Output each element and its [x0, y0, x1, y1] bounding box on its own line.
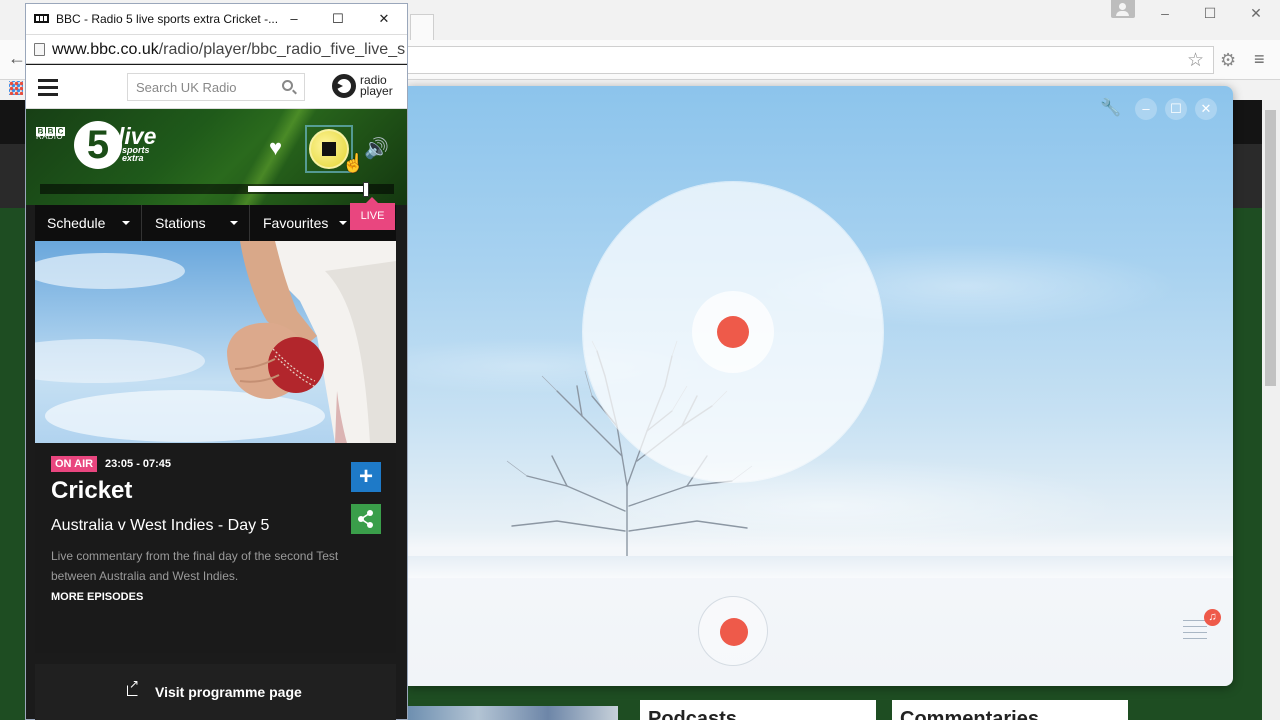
- stations-chevron-down-icon[interactable]: [230, 221, 238, 225]
- settings-wrench-icon[interactable]: 🔧: [1100, 98, 1121, 118]
- popup-close-icon[interactable]: ✕: [374, 10, 394, 28]
- live-badge[interactable]: LIVE: [350, 197, 395, 230]
- background-card-image: [408, 706, 618, 720]
- cricket-ball-photo: [35, 241, 396, 443]
- podcasts-card-title: Podcasts: [648, 708, 737, 720]
- popup-window-title: BBC - Radio 5 live sports extra Cricket …: [56, 12, 279, 26]
- volume-level: [248, 186, 363, 192]
- nav-divider: [141, 205, 142, 241]
- programme-title[interactable]: Cricket: [51, 477, 132, 505]
- search-icon[interactable]: [282, 80, 293, 91]
- external-link-icon: [127, 677, 139, 696]
- popup-url[interactable]: www.bbc.co.uk/radio/player/bbc_radio_fiv…: [52, 41, 406, 59]
- recorder-maximize-icon[interactable]: ☐: [1165, 98, 1187, 120]
- page-scrollbar-thumb[interactable]: [1265, 110, 1276, 386]
- radio-player-logo-icon[interactable]: [332, 74, 356, 98]
- player-nav-bar: Schedule Stations Favourites: [35, 205, 396, 241]
- schedule-chevron-down-icon[interactable]: [122, 221, 130, 225]
- extra-text: extra: [122, 153, 144, 163]
- radio-player-popup: BBC - Radio 5 live sports extra Cricket …: [25, 3, 408, 720]
- nav-divider: [249, 205, 250, 241]
- favourites-chevron-down-icon[interactable]: [339, 221, 347, 225]
- visit-programme-link[interactable]: Visit programme page: [155, 684, 302, 700]
- podcasts-card[interactable]: Podcasts: [640, 700, 876, 720]
- bg-minimize-icon[interactable]: –: [1145, 2, 1185, 24]
- recording-indicator-dot: [717, 316, 749, 348]
- popup-address-bar[interactable]: www.bbc.co.uk/radio/player/bbc_radio_fiv…: [26, 34, 407, 64]
- popup-title-bar: BBC - Radio 5 live sports extra Cricket …: [26, 4, 407, 34]
- more-episodes-link[interactable]: MORE EPISODES: [51, 591, 143, 603]
- user-profile-icon[interactable]: [1111, 0, 1135, 18]
- record-button[interactable]: [698, 596, 768, 666]
- recorder-minimize-icon[interactable]: –: [1135, 98, 1157, 120]
- volume-icon[interactable]: 🔊: [364, 136, 389, 161]
- visit-programme-bar[interactable]: Visit programme page: [35, 664, 396, 720]
- hamburger-menu-icon[interactable]: [38, 79, 58, 100]
- search-input[interactable]: Search UK Radio: [127, 73, 305, 101]
- background-address-bar[interactable]: [406, 46, 1214, 74]
- snow-horizon: [407, 556, 1233, 578]
- nav-schedule[interactable]: Schedule: [47, 205, 105, 241]
- radio-player-header: Search UK Radio radio player: [26, 65, 407, 109]
- nav-stations[interactable]: Stations: [155, 205, 206, 241]
- commentaries-card[interactable]: Commentaries: [892, 700, 1128, 720]
- recording-disc: [583, 182, 883, 482]
- station-number-logo: 5: [74, 121, 122, 169]
- recorder-close-icon[interactable]: ✕: [1195, 98, 1217, 120]
- background-tab[interactable]: [410, 14, 434, 40]
- share-button[interactable]: [351, 504, 381, 534]
- url-path: /radio/player/bbc_radio_five_live_sp: [158, 41, 406, 58]
- bbc-favicon-icon: [34, 14, 49, 23]
- recordings-list-icon[interactable]: [1183, 620, 1207, 644]
- popup-minimize-icon[interactable]: –: [284, 10, 304, 28]
- url-host: www.bbc.co.uk: [52, 41, 159, 58]
- commentaries-card-title: Commentaries: [900, 708, 1039, 720]
- audio-recorder-window: 🔧 – ☐ ✕ ♫: [407, 86, 1233, 686]
- station-banner: BBC RADIO 5 live sports extra ♥ ☝ 🔊: [26, 109, 407, 205]
- popup-maximize-icon[interactable]: ☐: [328, 10, 348, 28]
- on-air-badge: ON AIR: [51, 456, 98, 472]
- music-note-icon[interactable]: ♫: [1204, 609, 1221, 626]
- bookmark-star-icon[interactable]: ☆: [1187, 49, 1204, 72]
- extension-gear-icon[interactable]: ⚙: [1220, 50, 1236, 71]
- programme-image: [35, 241, 396, 443]
- back-arrow-icon[interactable]: ←: [8, 48, 26, 69]
- programme-time: 23:05 - 07:45: [105, 458, 172, 470]
- volume-slider-handle[interactable]: [363, 182, 369, 197]
- bg-close-icon[interactable]: ✕: [1236, 2, 1276, 24]
- browser-menu-icon[interactable]: ≡: [1254, 49, 1265, 70]
- apps-grid-icon[interactable]: [9, 81, 23, 95]
- episode-title: Australia v West Indies - Day 5: [51, 517, 270, 534]
- add-favourite-heart-icon[interactable]: ♥: [269, 135, 282, 161]
- mouse-cursor-icon: ☝: [342, 153, 365, 173]
- station-sports-extra-logo: sports extra: [122, 146, 150, 163]
- bbc-radio-label: RADIO: [36, 132, 63, 141]
- episode-description: Live commentary from the final day of th…: [51, 549, 339, 583]
- bg-maximize-icon[interactable]: ☐: [1190, 2, 1230, 24]
- radio-player-logo-text: radio player: [360, 73, 393, 98]
- nav-favourites[interactable]: Favourites: [263, 205, 328, 241]
- share-icon: [358, 510, 373, 528]
- page-icon: [34, 43, 45, 56]
- add-plus-button[interactable]: +: [351, 462, 381, 492]
- programme-info-panel: ON AIR 23:05 - 07:45 Cricket Australia v…: [35, 443, 396, 653]
